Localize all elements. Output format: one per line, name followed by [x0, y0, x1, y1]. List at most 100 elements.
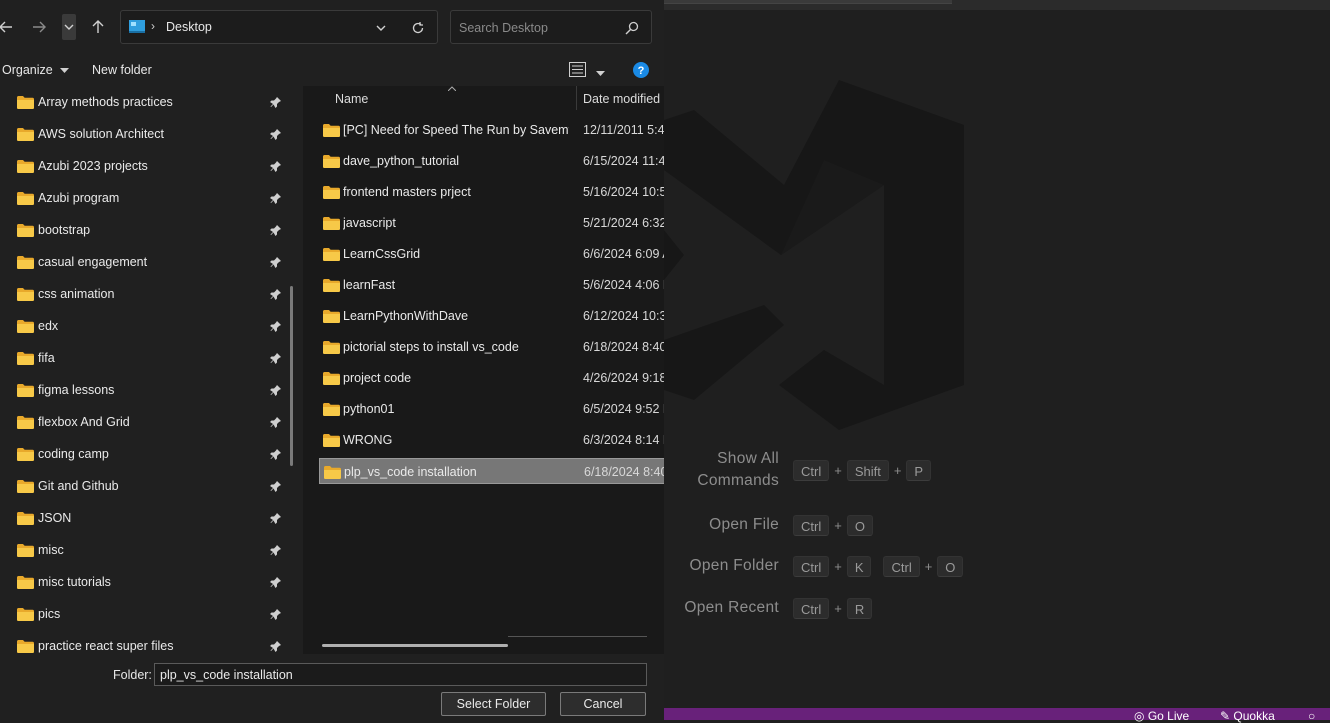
sidebar-scrollbar[interactable] — [290, 286, 293, 466]
help-icon[interactable]: ? — [633, 62, 649, 78]
sidebar-item[interactable]: figma lessons — [0, 374, 290, 406]
sidebar-item-label: figma lessons — [38, 383, 115, 397]
file-row[interactable]: frontend masters prject 5/16/2024 10:59 — [319, 179, 664, 205]
folder-icon — [17, 576, 34, 589]
cancel-button[interactable]: Cancel — [560, 692, 646, 716]
sidebar-item[interactable]: bootstrap — [0, 214, 290, 246]
sidebar-item[interactable]: Array methods practices — [0, 86, 290, 118]
file-date-modified: 6/18/2024 8:40 A — [584, 465, 664, 479]
file-row[interactable]: [PC] Need for Speed The Run by Savemy...… — [319, 117, 664, 143]
file-row[interactable]: WRONG 6/3/2024 8:14 P — [319, 427, 664, 453]
sidebar-item-label: coding camp — [38, 447, 109, 461]
column-header-name[interactable]: Name — [335, 92, 368, 106]
column-header-date-modified[interactable]: Date modified — [583, 92, 660, 106]
sidebar-item[interactable]: Git and Github — [0, 470, 290, 502]
sidebar-item[interactable]: pics — [0, 598, 290, 630]
shortcut-label-line2: Commands — [697, 472, 779, 489]
file-row[interactable]: learnFast 5/6/2024 4:06 P — [319, 272, 664, 298]
shortcut-open-file: Open File Ctrl + O — [664, 514, 873, 536]
file-row[interactable]: LearnCssGrid 6/6/2024 6:09 A — [319, 241, 664, 267]
horizontal-scrollbar[interactable] — [322, 644, 508, 647]
chevron-down-icon — [60, 67, 70, 73]
file-name: plp_vs_code installation — [344, 465, 477, 479]
arrow-left-icon — [0, 21, 12, 33]
pin-icon — [270, 417, 281, 428]
new-folder-button[interactable]: New folder — [92, 63, 152, 77]
sidebar-item[interactable]: casual engagement — [0, 246, 290, 278]
navigation-bar: › Desktop — [0, 0, 664, 54]
folder-icon — [323, 155, 340, 168]
file-row[interactable]: javascript 5/21/2024 6:32 A — [319, 210, 664, 236]
folder-icon — [323, 217, 340, 230]
sidebar-item-label: practice react super files — [38, 639, 174, 653]
pin-icon — [270, 289, 281, 300]
sidebar-item[interactable]: edx — [0, 310, 290, 342]
up-button[interactable] — [86, 14, 110, 40]
file-row[interactable]: plp_vs_code installation 6/18/2024 8:40 A — [319, 458, 664, 484]
go-live-button[interactable]: ◎ Go Live — [1134, 710, 1189, 722]
folder-icon — [17, 416, 34, 429]
shortcut-show-all-commands: Show All Commands Ctrl + Shift + P — [664, 448, 932, 492]
quokka-label: Quokka — [1233, 709, 1275, 723]
forward-button[interactable] — [27, 14, 51, 40]
bell-icon[interactable]: ○ — [1308, 710, 1315, 722]
key-cap: Ctrl — [793, 514, 830, 536]
chevron-down-icon — [596, 71, 606, 76]
sidebar-item-label: Azubi 2023 projects — [38, 159, 148, 173]
sidebar-item[interactable]: fifa — [0, 342, 290, 374]
shortcut-label: Open Recent — [684, 599, 779, 616]
file-row[interactable]: python01 6/5/2024 9:52 P — [319, 396, 664, 422]
organize-button[interactable]: Organize — [2, 63, 70, 77]
back-button[interactable] — [0, 14, 18, 40]
file-name: learnFast — [343, 278, 396, 292]
refresh-icon[interactable] — [411, 21, 425, 35]
search-input[interactable] — [459, 18, 619, 38]
sidebar-item[interactable]: Azubi program — [0, 182, 290, 214]
file-date-modified: 6/12/2024 10:34 — [583, 309, 664, 323]
pin-icon — [270, 353, 281, 364]
sidebar-item[interactable]: misc tutorials — [0, 566, 290, 598]
sidebar-item[interactable]: AWS solution Architect — [0, 118, 290, 150]
sidebar-item[interactable]: JSON — [0, 502, 290, 534]
file-row[interactable]: pictorial steps to install vs_code 6/18/2… — [319, 334, 664, 360]
folder-icon — [17, 608, 34, 621]
breadcrumb-location[interactable]: Desktop — [166, 20, 212, 34]
sort-ascending-icon — [448, 86, 456, 91]
folder-icon — [17, 288, 34, 301]
arrow-up-icon — [92, 20, 104, 33]
file-date-modified: 6/15/2024 11:49 — [583, 154, 664, 168]
organize-label: Organize — [2, 63, 53, 77]
sidebar-item-label: css animation — [38, 287, 115, 301]
sidebar-item[interactable]: misc — [0, 534, 290, 566]
arrow-right-icon — [33, 21, 46, 33]
folder-icon — [17, 384, 34, 397]
go-live-label: Go Live — [1147, 709, 1190, 723]
sidebar-item[interactable]: practice react super files — [0, 630, 290, 654]
sidebar-item[interactable]: css animation — [0, 278, 290, 310]
key-cap: O — [846, 514, 873, 536]
recent-locations-button[interactable] — [62, 14, 76, 40]
shortcut-label: Show All — [717, 450, 779, 467]
folder-icon — [17, 448, 34, 461]
view-options-button[interactable] — [569, 62, 606, 80]
quokka-button[interactable]: ✎ Quokka — [1220, 710, 1275, 722]
folder-icon — [17, 256, 34, 269]
file-date-modified: 6/18/2024 8:40 A — [583, 340, 664, 354]
shortcut-open-recent: Open Recent Ctrl + R — [664, 597, 873, 619]
file-name: project code — [343, 371, 412, 385]
select-folder-button[interactable]: Select Folder — [441, 692, 546, 716]
sidebar-item[interactable]: flexbox And Grid — [0, 406, 290, 438]
search-box[interactable] — [450, 10, 652, 44]
sidebar-item-label: flexbox And Grid — [38, 415, 130, 429]
address-dropdown-icon[interactable] — [376, 24, 386, 32]
file-row[interactable]: project code 4/26/2024 9:18 I — [319, 365, 664, 391]
address-bar[interactable]: › Desktop — [120, 10, 438, 44]
sidebar-item[interactable]: Azubi 2023 projects — [0, 150, 290, 182]
vscode-watermark-logo — [664, 80, 964, 430]
file-row[interactable]: LearnPythonWithDave 6/12/2024 10:34 — [319, 303, 664, 329]
file-row[interactable]: dave_python_tutorial 6/15/2024 11:49 — [319, 148, 664, 174]
file-name: WRONG — [343, 433, 393, 447]
folder-icon — [17, 224, 34, 237]
sidebar-item[interactable]: coding camp — [0, 438, 290, 470]
folder-name-field[interactable] — [154, 663, 647, 686]
